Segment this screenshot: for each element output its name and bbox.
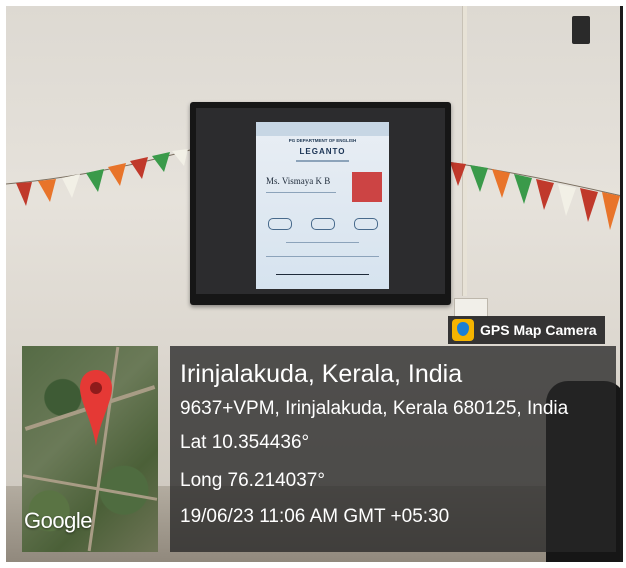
poster-header — [256, 122, 389, 136]
wall-socket — [454, 298, 488, 318]
map-pin-camera-icon — [452, 319, 474, 341]
poster-speaker: Ms. Vismaya K B — [266, 176, 331, 186]
location-timestamp: 19/06/23 11:06 AM GMT +05:30 — [180, 506, 450, 527]
poster-title: LEGANTO — [299, 147, 346, 156]
poster-divider — [266, 192, 336, 193]
wall-television: PG DEPARTMENT OF ENGLISH LEGANTO Ms. Vis… — [190, 102, 451, 305]
wall-speaker — [572, 16, 590, 44]
tv-screen: PG DEPARTMENT OF ENGLISH LEGANTO Ms. Vis… — [196, 108, 445, 294]
gps-map-camera-badge: GPS Map Camera — [448, 316, 605, 344]
map-pin-icon — [80, 370, 112, 446]
poster-detail-row — [268, 218, 378, 230]
map-thumbnail: Google — [22, 346, 158, 552]
location-address: 9637+VPM, Irinjalakuda, Kerala 680125, I… — [180, 398, 569, 419]
gps-app-label: GPS Map Camera — [480, 322, 597, 338]
location-city: Irinjalakuda, Kerala, India — [180, 360, 463, 388]
poster-divider — [266, 256, 379, 257]
poster-speaker-photo — [352, 172, 382, 202]
poster-divider — [286, 242, 359, 243]
poster-divider — [276, 274, 369, 275]
event-poster: PG DEPARTMENT OF ENGLISH LEGANTO Ms. Vis… — [256, 122, 389, 289]
bunting-right — [447, 161, 620, 230]
map-road — [22, 474, 158, 501]
poster-divider — [296, 160, 349, 162]
location-latitude: Lat 10.354436° — [180, 432, 310, 453]
poster-department: PG DEPARTMENT OF ENGLISH — [288, 138, 357, 143]
bunting-left — [6, 149, 191, 206]
google-logo: Google — [24, 508, 92, 533]
location-longitude: Long 76.214037° — [180, 470, 325, 491]
